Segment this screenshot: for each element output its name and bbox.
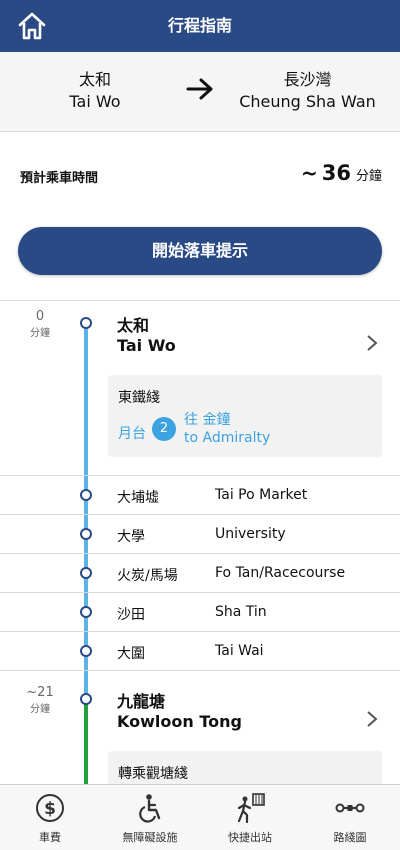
fare-dollar-icon: $ — [36, 794, 64, 822]
station-node — [80, 528, 92, 540]
station-node — [80, 317, 92, 329]
east-rail-line-segment — [84, 322, 88, 700]
chevron-right-icon[interactable] — [366, 710, 378, 728]
bottom-tab-bar: $ 車費 無障礙設施 快捷出站 路綫圖 — [0, 784, 400, 850]
tab-route-map[interactable]: 路綫圖 — [300, 785, 400, 850]
station-node — [80, 567, 92, 579]
start-minutes: 0 — [35, 309, 45, 324]
chevron-right-icon[interactable] — [366, 334, 378, 352]
quick-exit-icon — [237, 793, 265, 823]
route-summary: 太和 Tai Wo 長沙灣 Cheung Sha Wan — [0, 52, 400, 132]
kwun-tong-line-segment — [84, 700, 88, 784]
travel-time-value: ~36 分鐘 — [301, 161, 382, 185]
line-name: 東鐵綫 — [118, 390, 160, 406]
travel-time-label: 預計乘車時間 — [20, 171, 99, 186]
station-node — [80, 645, 92, 657]
stop-name-en: Tai Wai — [215, 643, 264, 659]
station-node — [80, 606, 92, 618]
app-header: 行程指南 — [0, 0, 400, 52]
interchange-line-label: 轉乘觀塘綫 — [118, 766, 188, 782]
divider — [0, 670, 400, 671]
origin-name-zh: 太和 — [78, 70, 111, 89]
origin-name-en: Tai Wo — [69, 92, 121, 111]
destination-name-en: Cheung Sha Wan — [239, 92, 376, 111]
approx-sign: ~ — [300, 161, 318, 185]
home-icon[interactable] — [16, 11, 48, 41]
divider — [0, 300, 400, 301]
svg-text:$: $ — [44, 799, 56, 819]
stop-name-zh: 大學 — [117, 529, 145, 545]
start-minutes-unit: 分鐘 — [30, 328, 50, 339]
stop-name-en: Sha Tin — [215, 604, 267, 620]
stop-name-zh: 大圍 — [117, 646, 145, 662]
stop-name-zh: 沙田 — [117, 607, 145, 623]
destination-station: 長沙灣 Cheung Sha Wan — [225, 69, 390, 113]
stop-name-zh: 火炭/馬場 — [117, 568, 178, 584]
interchange-station-node — [80, 693, 92, 705]
arrow-right-icon — [186, 78, 213, 100]
travel-time-unit: 分鐘 — [355, 169, 382, 184]
stop-name-zh: 大埔墟 — [117, 490, 159, 506]
tab-quick-exit[interactable]: 快捷出站 — [200, 785, 300, 850]
start-station-name: 太和 Tai Wo — [117, 316, 176, 356]
station-node — [80, 489, 92, 501]
start-station-en: Tai Wo — [117, 336, 176, 355]
direction-en: to Admiralty — [184, 430, 271, 446]
stop-name-en: Tai Po Market — [215, 487, 308, 503]
interchange-minutes-unit: 分鐘 — [30, 704, 50, 715]
interchange-station-name: 九龍塘 Kowloon Tong — [117, 692, 242, 732]
stop-name-en: University — [215, 526, 286, 542]
wheelchair-icon — [139, 794, 161, 823]
page-title: 行程指南 — [167, 16, 232, 35]
divider — [0, 475, 400, 476]
stop-name-en: Fo Tan/Racecourse — [215, 565, 346, 581]
tab-quick-exit-label: 快捷出站 — [228, 831, 272, 844]
travel-time-minutes: 36 — [321, 161, 351, 185]
tab-accessibility-label: 無障礙設施 — [122, 831, 178, 844]
divider — [0, 514, 400, 515]
start-alight-alert-button[interactable]: 開始落車提示 — [18, 227, 382, 275]
interchange-station-zh: 九龍塘 — [117, 692, 166, 711]
start-station-zh: 太和 — [117, 316, 150, 335]
platform-label: 月台 — [118, 426, 146, 442]
direction-zh: 往 金鐘 — [184, 412, 231, 428]
divider — [0, 592, 400, 593]
tab-fare[interactable]: $ 車費 — [0, 785, 100, 850]
line-info-card: 東鐵綫 月台 2 往 金鐘 to Admiralty — [108, 375, 382, 457]
divider — [0, 553, 400, 554]
platform-number-badge: 2 — [152, 417, 176, 441]
tab-accessibility[interactable]: 無障礙設施 — [100, 785, 200, 850]
interchange-station-en: Kowloon Tong — [117, 712, 242, 731]
destination-name-zh: 長沙灣 — [283, 70, 332, 89]
route-map-icon — [335, 803, 365, 813]
divider — [0, 631, 400, 632]
train-direction: 往 金鐘 to Admiralty — [184, 411, 270, 447]
interchange-minutes: ~21 — [26, 685, 54, 700]
origin-station: 太和 Tai Wo — [40, 69, 150, 113]
tab-fare-label: 車費 — [39, 831, 61, 844]
tab-route-map-label: 路綫圖 — [333, 831, 367, 844]
